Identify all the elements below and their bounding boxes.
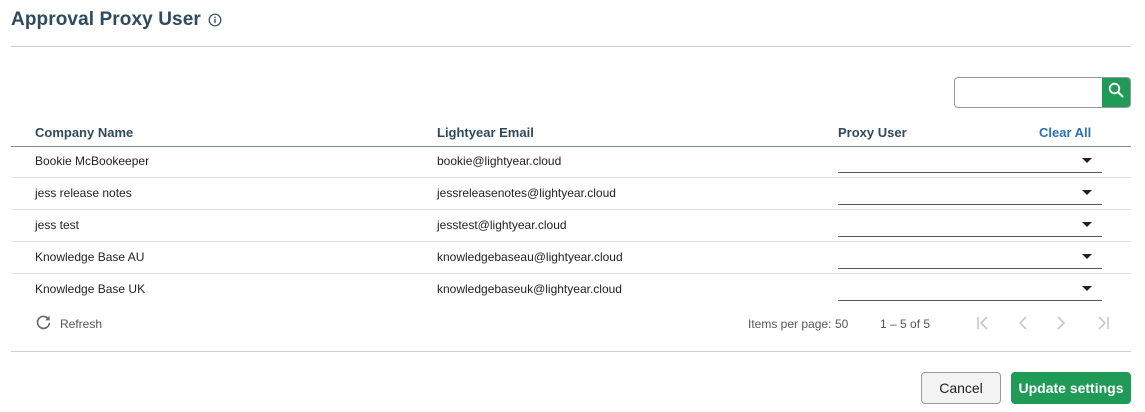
chevron-down-icon [1082,158,1092,163]
table-row: Knowledge Base AU knowledgebaseau@lighty… [11,242,1131,274]
table-body: Bookie McBookeeper bookie@lightyear.clou… [11,146,1131,305]
refresh-icon [35,314,60,334]
email-cell: knowledgebaseuk@lightyear.cloud [437,282,622,296]
company-name-cell: Knowledge Base AU [35,250,145,264]
chevron-down-icon [1082,222,1092,227]
proxy-user-select[interactable] [838,152,1102,173]
refresh-label: Refresh [60,317,103,331]
items-per-page-select[interactable]: 50 [835,317,848,331]
company-name-cell: Knowledge Base UK [35,282,146,296]
header-divider [11,46,1131,47]
table-row: Knowledge Base UK knowledgebaseuk@lighty… [11,274,1131,305]
table-footer: Refresh Items per page: 50 1 – 5 of 5 [11,307,1131,337]
table-row: jess release notes jessreleasenotes@ligh… [11,178,1131,210]
chevron-down-icon [1082,190,1092,195]
search-input[interactable] [955,78,1102,107]
pagination-range: 1 – 5 of 5 [880,317,931,331]
table-row: jess test jesstest@lightyear.cloud [11,210,1131,242]
footer-divider [11,351,1131,352]
page-header: Approval Proxy User [11,6,222,34]
cancel-button[interactable]: Cancel [921,372,1001,404]
info-icon[interactable] [208,13,222,27]
column-header-email[interactable]: Lightyear Email [437,125,534,140]
page-title: Approval Proxy User [11,9,201,30]
table-row: Bookie McBookeeper bookie@lightyear.clou… [11,146,1131,178]
email-cell: bookie@lightyear.cloud [437,154,562,168]
chevron-left-icon[interactable] [1013,313,1033,333]
email-cell: jesstest@lightyear.cloud [437,218,567,232]
email-cell: knowledgebaseau@lightyear.cloud [437,250,623,264]
table-header: Company Name Lightyear Email Proxy User … [11,117,1131,147]
column-header-company[interactable]: Company Name [35,125,133,140]
chevron-right-icon[interactable] [1051,313,1071,333]
refresh-button[interactable]: Refresh [35,314,102,334]
proxy-user-select[interactable] [838,184,1102,205]
company-name-cell: Bookie McBookeeper [35,154,150,168]
proxy-user-select[interactable] [838,216,1102,237]
email-cell: jessreleasenotes@lightyear.cloud [437,186,616,200]
search-box [954,77,1131,108]
clear-all-button[interactable]: Clear All [1039,125,1091,140]
search-button[interactable] [1102,78,1130,107]
proxy-user-select[interactable] [838,248,1102,269]
company-name-cell: jess test [35,218,80,232]
chevron-down-icon [1082,286,1092,291]
chevron-down-icon [1082,254,1092,259]
column-header-proxy[interactable]: Proxy User [838,125,907,140]
company-name-cell: jess release notes [35,186,132,200]
first-page-icon[interactable] [973,313,993,333]
last-page-icon[interactable] [1093,313,1113,333]
proxy-user-select[interactable] [838,280,1102,301]
search-icon [1108,82,1124,103]
items-per-page-label: Items per page: [748,317,832,331]
update-settings-button[interactable]: Update settings [1011,372,1131,404]
